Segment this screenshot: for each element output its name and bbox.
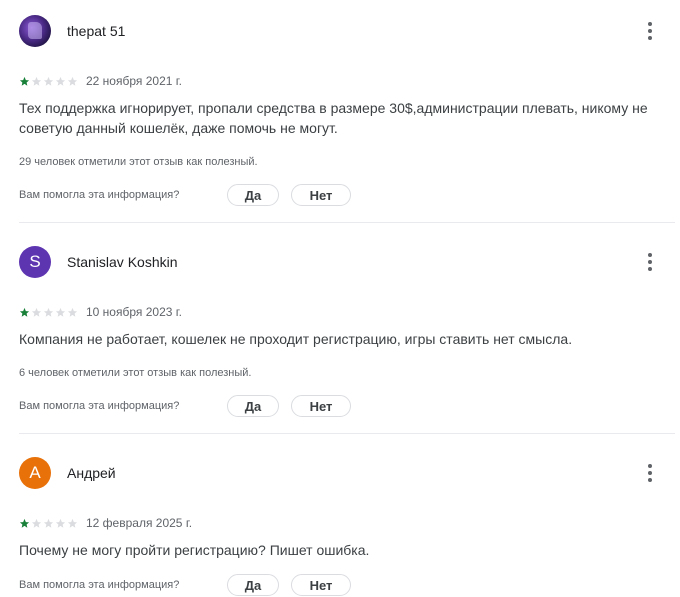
review-header: thepat 51 xyxy=(19,15,664,47)
review-header: S Stanislav Koshkin xyxy=(19,246,664,278)
review-date: 10 ноября 2023 г. xyxy=(86,305,182,319)
star-empty-icon xyxy=(55,518,66,528)
more-vert-icon xyxy=(648,22,652,40)
review-text: Почему не могу пройти регистрацию? Пишет… xyxy=(19,542,370,558)
helpful-yes-button[interactable]: Да xyxy=(227,395,279,417)
helpful-question: Вам помогла эта информация? xyxy=(19,400,180,412)
helpful-count: 29 человек отметили этот отзыв как полез… xyxy=(19,156,258,168)
star-empty-icon xyxy=(31,518,42,528)
helpful-question-row: Вам помогла эта информация? Да Нет xyxy=(19,573,351,597)
divider xyxy=(19,222,675,223)
star-empty-icon xyxy=(55,76,66,86)
review-text: Тех поддержка игнорирует, пропали средст… xyxy=(19,100,648,136)
helpful-no-button[interactable]: Нет xyxy=(291,574,351,596)
star-empty-icon xyxy=(43,518,54,528)
more-options-button[interactable] xyxy=(636,459,664,487)
avatar xyxy=(19,15,51,47)
helpful-question-row: Вам помогла эта информация? Да Нет xyxy=(19,394,351,418)
star-filled-icon xyxy=(19,518,30,528)
review-meta: 12 февраля 2025 г. xyxy=(19,515,192,531)
star-empty-icon xyxy=(67,76,78,86)
review-author: Stanislav Koshkin xyxy=(67,254,178,270)
avatar: А xyxy=(19,457,51,489)
helpful-yes-button[interactable]: Да xyxy=(227,184,279,206)
review-meta: 22 ноября 2021 г. xyxy=(19,73,182,89)
star-empty-icon xyxy=(67,307,78,317)
review-date: 22 ноября 2021 г. xyxy=(86,74,182,88)
helpful-question: Вам помогла эта информация? xyxy=(19,189,180,201)
helpful-yes-button[interactable]: Да xyxy=(227,574,279,596)
review-author: Андрей xyxy=(67,465,116,481)
star-rating xyxy=(19,518,79,529)
review-meta: 10 ноября 2023 г. xyxy=(19,304,182,320)
helpful-count: 6 человек отметили этот отзыв как полезн… xyxy=(19,367,252,379)
divider xyxy=(19,433,675,434)
star-filled-icon xyxy=(19,76,30,86)
helpful-no-button[interactable]: Нет xyxy=(291,395,351,417)
helpful-no-button[interactable]: Нет xyxy=(291,184,351,206)
review-date: 12 февраля 2025 г. xyxy=(86,516,193,530)
star-rating xyxy=(19,76,79,87)
more-options-button[interactable] xyxy=(636,17,664,45)
star-empty-icon xyxy=(67,518,78,528)
review-author: thepat 51 xyxy=(67,23,126,39)
review-header: А Андрей xyxy=(19,457,664,489)
avatar: S xyxy=(19,246,51,278)
more-vert-icon xyxy=(648,464,652,482)
star-empty-icon xyxy=(31,76,42,86)
review-text: Компания не работает, кошелек не проходи… xyxy=(19,331,573,347)
star-empty-icon xyxy=(55,307,66,317)
star-empty-icon xyxy=(43,307,54,317)
more-options-button[interactable] xyxy=(636,248,664,276)
star-empty-icon xyxy=(31,307,42,317)
star-empty-icon xyxy=(43,76,54,86)
helpful-question: Вам помогла эта информация? xyxy=(19,579,180,591)
more-vert-icon xyxy=(648,253,652,271)
helpful-question-row: Вам помогла эта информация? Да Нет xyxy=(19,183,351,207)
star-filled-icon xyxy=(19,307,30,317)
star-rating xyxy=(19,307,79,318)
